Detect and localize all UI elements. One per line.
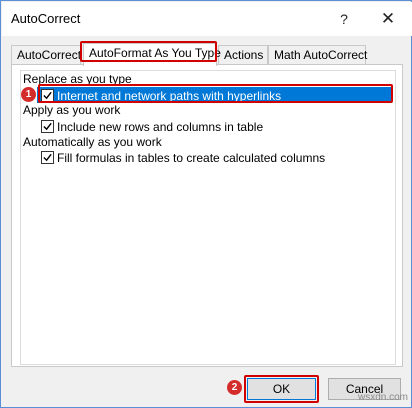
option-fill-formulas[interactable]: Fill formulas in tables to create calcul… — [41, 150, 325, 165]
option-internet-paths-hyperlinks[interactable]: Internet and network paths with hyperlin… — [41, 88, 281, 103]
autocorrect-dialog: AutoCorrect ? ✕ AutoCorrect AutoFormat A… — [0, 0, 412, 408]
step-badge-1: 1 — [21, 87, 36, 102]
check-icon — [43, 91, 52, 100]
dialog-title: AutoCorrect — [11, 11, 81, 26]
check-icon — [43, 122, 52, 131]
option-label: Include new rows and columns in table — [57, 119, 264, 134]
ok-button[interactable]: OK — [247, 378, 316, 400]
tab-autoformat-as-you-type[interactable]: AutoFormat As You Type — [83, 43, 221, 66]
check-icon — [43, 153, 52, 162]
tab-autocorrect[interactable]: AutoCorrect — [11, 45, 81, 65]
title-bar: AutoCorrect ? ✕ — [2, 2, 412, 36]
option-include-rows-columns[interactable]: Include new rows and columns in table — [41, 119, 263, 134]
help-button[interactable]: ? — [330, 6, 358, 32]
section-automatic-label: Automatically as you work — [23, 135, 162, 149]
close-button[interactable]: ✕ — [374, 6, 402, 32]
checkbox-internet-paths[interactable] — [41, 89, 54, 102]
checkbox-fill-formulas[interactable] — [41, 151, 54, 164]
checkbox-include-rows-columns[interactable] — [41, 120, 54, 133]
watermark: wsxdn.com — [358, 392, 409, 403]
tab-strip: AutoCorrect AutoFormat As You Type Actio… — [11, 43, 403, 66]
tab-actions[interactable]: Actions — [218, 45, 268, 65]
option-label: Internet and network paths with hyperlin… — [57, 88, 282, 103]
option-label: Fill formulas in tables to create calcul… — [57, 150, 326, 165]
tab-math-autocorrect[interactable]: Math AutoCorrect — [268, 45, 367, 65]
section-replace-label: Replace as you type — [23, 72, 132, 86]
section-apply-label: Apply as you work — [23, 103, 121, 117]
step-badge-2: 2 — [227, 380, 242, 395]
